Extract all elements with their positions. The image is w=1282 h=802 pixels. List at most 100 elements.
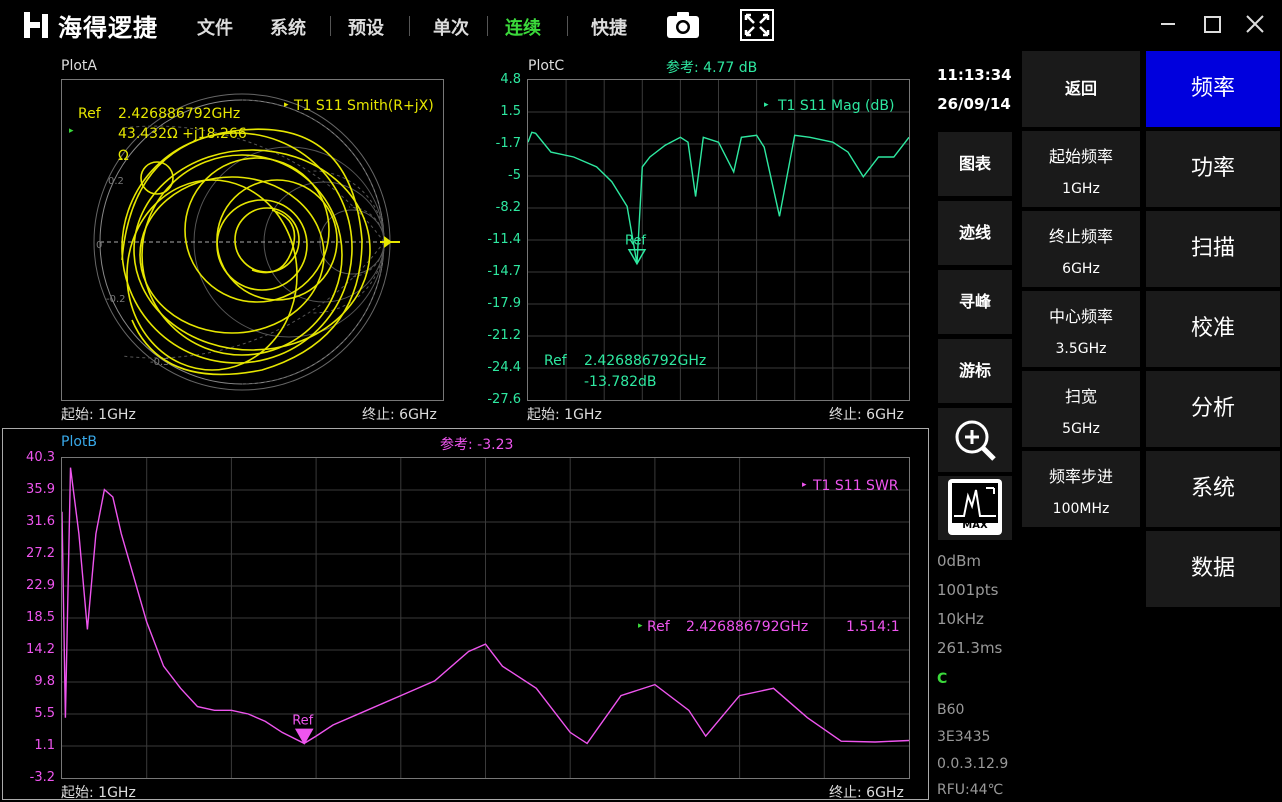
tab-peak[interactable]: 寻峰 (938, 270, 1012, 334)
plotb-marker-value: 1.514:1 (846, 619, 900, 635)
menu-preset[interactable]: 预设 (348, 14, 384, 40)
plotb-title: PlotB (61, 434, 97, 450)
param-label: 起始频率 (1048, 147, 1113, 166)
tab-trace[interactable]: 迹线 (938, 201, 1012, 265)
info-power: 0dBm (937, 552, 981, 570)
y-tick-label: -5 (508, 168, 521, 183)
menu-separator (409, 16, 410, 36)
camera-icon[interactable] (666, 10, 700, 40)
category-power[interactable]: 功率 (1146, 131, 1280, 207)
param-value: 1GHz (1062, 181, 1100, 197)
info-serial: 3E3435 (937, 729, 991, 745)
info-version: 0.0.3.12.9 (937, 756, 1009, 772)
y-tick-label: 4.8 (500, 72, 521, 87)
category-calibration[interactable]: 校准 (1146, 291, 1280, 367)
menu-separator (487, 16, 488, 36)
trace-arrow-icon: ▸ (802, 480, 807, 490)
info-model: B60 (937, 702, 965, 718)
plotc-frame[interactable]: Ref ▸ T1 S11 Mag (dB) Ref 2.426886792GHz… (527, 79, 910, 401)
plotb-trace-label: T1 S11 SWR (813, 478, 899, 494)
param-stop-freq[interactable]: 终止频率 6GHz (1022, 211, 1140, 287)
param-label: 扫宽 (1064, 387, 1097, 406)
tab-chart[interactable]: 图表 (938, 132, 1012, 196)
max-hold-button[interactable]: MAX (938, 476, 1012, 540)
y-tick-label: -1.7 (495, 136, 521, 151)
maximize-button[interactable] (1198, 10, 1226, 38)
category-sweep[interactable]: 扫描 (1146, 211, 1280, 287)
y-tick-label: -21.2 (487, 328, 521, 343)
plotc-stop: 终止: 6GHz (829, 407, 904, 423)
plotc-marker-value: -13.782dB (584, 374, 657, 390)
y-tick-label: 31.6 (26, 514, 55, 529)
menu-system[interactable]: 系统 (270, 14, 306, 40)
marker-chart-label: Ref (625, 234, 646, 249)
plotb-marker-freq: 2.426886792GHz (686, 619, 809, 635)
trace-arrow-icon: ▸ (764, 100, 769, 110)
marker-arrow-icon: ▸ (69, 126, 74, 136)
minimize-button[interactable] (1154, 10, 1182, 38)
plotc-trace-label: T1 S11 Mag (dB) (778, 98, 895, 114)
plotb-chart: Ref (61, 458, 910, 778)
y-tick-label: 35.9 (26, 482, 55, 497)
menu-shortcut[interactable]: 快捷 (591, 14, 627, 40)
plotc-marker-freq: 2.426886792GHz (584, 353, 707, 369)
menu-separator (330, 16, 331, 36)
marker-arrow-icon: ▸ (638, 621, 643, 631)
plota-frame[interactable]: -0.2 -0.5 0.2 0 Ref 2.426886792GHz 43.43… (61, 79, 444, 401)
info-sweep-time: 261.3ms (937, 639, 1003, 657)
plota-stop: 终止: 6GHz (362, 407, 437, 423)
param-label: 中心频率 (1048, 307, 1113, 326)
param-value: 5GHz (1062, 421, 1100, 437)
plota-marker-freq: 2.426886792GHz (118, 106, 241, 122)
plotc-chart: Ref (527, 80, 910, 400)
status-date: 26/09/14 (937, 95, 1011, 113)
y-tick-label: -27.6 (487, 392, 521, 407)
smith-tick-label: -0.2 (106, 294, 126, 305)
menu-file[interactable]: 文件 (197, 14, 233, 40)
smith-tick-label: -0.5 (150, 357, 170, 368)
smith-tick-label: 0.2 (108, 176, 124, 187)
back-button[interactable]: 返回 (1022, 51, 1140, 127)
logo-icon (24, 12, 48, 38)
y-tick-label: 27.2 (26, 546, 55, 561)
y-tick-label: -14.7 (487, 264, 521, 279)
category-frequency[interactable]: 频率 (1146, 51, 1280, 127)
menu-single[interactable]: 单次 (433, 14, 469, 40)
y-tick-label: 22.9 (26, 578, 55, 593)
plotc-marker-ref: Ref (544, 353, 567, 369)
y-tick-label: 1.5 (500, 104, 521, 119)
category-data[interactable]: 数据 (1146, 531, 1280, 607)
trace-arrow-icon: ▸ (284, 100, 289, 110)
y-tick-label: 14.2 (26, 642, 55, 657)
plotb-stop: 终止: 6GHz (829, 785, 904, 801)
tab-marker[interactable]: 游标 (938, 339, 1012, 403)
plota-title: PlotA (61, 58, 97, 74)
fullscreen-icon[interactable] (740, 9, 774, 41)
param-label: 频率步进 (1048, 467, 1113, 486)
info-c-label: C (937, 671, 948, 687)
y-tick-label: -24.4 (487, 360, 521, 375)
plotb-marker-ref: Ref (647, 619, 670, 635)
param-span[interactable]: 扫宽 5GHz (1022, 371, 1140, 447)
param-center-freq[interactable]: 中心频率 3.5GHz (1022, 291, 1140, 367)
zoom-in-icon (955, 420, 996, 461)
plotb-frame[interactable]: Ref ▸ T1 S11 SWR ▸ Ref 2.426886792GHz 1.… (61, 457, 910, 779)
category-analysis[interactable]: 分析 (1146, 371, 1280, 447)
close-icon[interactable] (1243, 12, 1267, 36)
y-tick-label: 1.1 (34, 738, 55, 753)
y-tick-label: 18.5 (26, 610, 55, 625)
menu-continuous[interactable]: 连续 (505, 14, 541, 40)
plota-trace-label: T1 S11 Smith(R+jX) (294, 98, 434, 114)
smith-trace (121, 128, 371, 376)
top-bar: 海得逻捷 文件 系统 预设 单次 连续 快捷 (0, 0, 1282, 50)
param-start-freq[interactable]: 起始频率 1GHz (1022, 131, 1140, 207)
y-tick-label: -8.2 (495, 200, 521, 215)
y-tick-label: -17.9 (487, 296, 521, 311)
category-system[interactable]: 系统 (1146, 451, 1280, 527)
menu-separator (567, 16, 568, 36)
info-temperature: RFU:44℃ (937, 782, 1004, 798)
marker-chart-label: Ref (292, 713, 313, 728)
plotc-start: 起始: 1GHz (527, 407, 602, 423)
zoom-button[interactable] (938, 408, 1012, 472)
param-freq-step[interactable]: 频率步进 100MHz (1022, 451, 1140, 527)
